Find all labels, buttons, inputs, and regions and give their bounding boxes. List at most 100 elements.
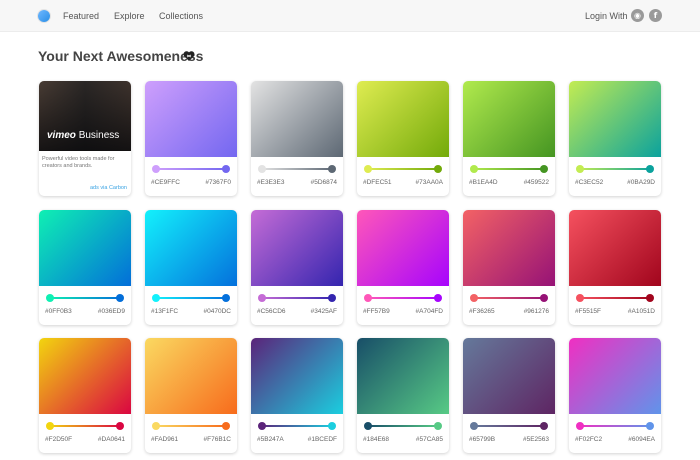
hex-code-end[interactable]: #459522 <box>524 179 549 186</box>
hex-code-start[interactable]: #184E68 <box>363 436 389 443</box>
hex-code-end[interactable]: #F76B1C <box>204 436 231 443</box>
gradient-card[interactable]: #184E68 #57CA85 <box>357 338 449 453</box>
gradient-swatch[interactable] <box>39 338 131 414</box>
hex-code-start[interactable]: #F36265 <box>469 308 495 315</box>
gradient-swatch[interactable] <box>357 81 449 157</box>
color-stop-start[interactable] <box>576 422 584 430</box>
hex-code-end[interactable]: #7367F0 <box>205 179 231 186</box>
hex-code-start[interactable]: #FAD961 <box>151 436 178 443</box>
gradient-swatch[interactable] <box>39 210 131 286</box>
hex-code-start[interactable]: #C56CD6 <box>257 308 286 315</box>
facebook-icon[interactable]: f <box>649 9 662 22</box>
color-stop-start[interactable] <box>258 165 266 173</box>
gradient-swatch[interactable] <box>463 81 555 157</box>
gradient-card[interactable]: #DFEC51 #73AA0A <box>357 81 449 196</box>
gradient-swatch[interactable] <box>145 210 237 286</box>
hex-code-start[interactable]: #CE9FFC <box>151 179 180 186</box>
gradient-card[interactable]: #B1EA4D #459522 <box>463 81 555 196</box>
gradient-card[interactable]: #65799B #5E2563 <box>463 338 555 453</box>
color-stop-end[interactable] <box>434 294 442 302</box>
gradient-swatch[interactable] <box>357 338 449 414</box>
color-stop-end[interactable] <box>540 422 548 430</box>
color-stop-start[interactable] <box>46 422 54 430</box>
color-stop-start[interactable] <box>470 294 478 302</box>
hex-code-end[interactable]: #57CA85 <box>416 436 443 443</box>
hex-code-end[interactable]: #A704FD <box>416 308 443 315</box>
color-stop-end[interactable] <box>222 294 230 302</box>
color-stop-end[interactable] <box>328 422 336 430</box>
hex-code-start[interactable]: #FF57B9 <box>363 308 390 315</box>
hex-code-start[interactable]: #F02FC2 <box>575 436 602 443</box>
color-stop-end[interactable] <box>222 422 230 430</box>
color-stop-start[interactable] <box>152 165 160 173</box>
hex-code-end[interactable]: #036ED9 <box>98 308 125 315</box>
color-stop-end[interactable] <box>328 165 336 173</box>
color-stop-end[interactable] <box>434 422 442 430</box>
hex-code-end[interactable]: #1BCEDF <box>308 436 337 443</box>
gradient-swatch[interactable] <box>569 81 661 157</box>
hex-code-end[interactable]: #A1051D <box>628 308 655 315</box>
hex-code-start[interactable]: #0FF0B3 <box>45 308 72 315</box>
hex-code-start[interactable]: #B1EA4D <box>469 179 498 186</box>
color-stop-start[interactable] <box>470 422 478 430</box>
gradient-card[interactable]: #0FF0B3 #036ED9 <box>39 210 131 325</box>
hex-code-end[interactable]: #5D6874 <box>311 179 337 186</box>
color-stop-start[interactable] <box>470 165 478 173</box>
hex-code-start[interactable]: #F5515F <box>575 308 601 315</box>
color-stop-end[interactable] <box>116 294 124 302</box>
color-stop-start[interactable] <box>258 294 266 302</box>
gradient-card[interactable]: #FF57B9 #A704FD <box>357 210 449 325</box>
gradient-swatch[interactable] <box>251 338 343 414</box>
gradient-card[interactable]: #C3EC52 #0BA29D <box>569 81 661 196</box>
hex-code-end[interactable]: #3425AF <box>311 308 337 315</box>
hex-code-start[interactable]: #65799B <box>469 436 495 443</box>
gradient-swatch[interactable] <box>463 210 555 286</box>
color-stop-end[interactable] <box>328 294 336 302</box>
hex-code-start[interactable]: #5B247A <box>257 436 284 443</box>
nav-item-featured[interactable]: Featured <box>63 11 99 21</box>
gradient-swatch[interactable] <box>251 210 343 286</box>
color-stop-end[interactable] <box>434 165 442 173</box>
gradient-card[interactable]: #F5515F #A1051D <box>569 210 661 325</box>
color-stop-end[interactable] <box>646 294 654 302</box>
carbon-ad[interactable]: vimeo Business Powerful video tools made… <box>39 81 131 196</box>
gradient-card[interactable]: #13F1FC #0470DC <box>145 210 237 325</box>
gradient-swatch[interactable] <box>463 338 555 414</box>
hex-code-end[interactable]: #DA0641 <box>98 436 125 443</box>
gradient-swatch[interactable] <box>145 338 237 414</box>
ad-via-link[interactable]: ads via Carbon <box>90 185 127 191</box>
color-stop-end[interactable] <box>222 165 230 173</box>
hex-code-end[interactable]: #5E2563 <box>523 436 549 443</box>
gradient-card[interactable]: #C56CD6 #3425AF <box>251 210 343 325</box>
hex-code-start[interactable]: #13F1FC <box>151 308 178 315</box>
color-stop-start[interactable] <box>152 422 160 430</box>
color-stop-start[interactable] <box>364 422 372 430</box>
github-icon[interactable]: ◉ <box>631 9 644 22</box>
color-stop-start[interactable] <box>576 294 584 302</box>
color-stop-end[interactable] <box>646 422 654 430</box>
hex-code-start[interactable]: #F2D50F <box>45 436 72 443</box>
hex-code-end[interactable]: #6094EA <box>628 436 655 443</box>
color-stop-end[interactable] <box>646 165 654 173</box>
nav-item-explore[interactable]: Explore <box>114 11 145 21</box>
gradient-swatch[interactable] <box>251 81 343 157</box>
color-stop-start[interactable] <box>576 165 584 173</box>
gradient-swatch[interactable] <box>357 210 449 286</box>
hex-code-end[interactable]: #961276 <box>524 308 549 315</box>
hex-code-start[interactable]: #C3EC52 <box>575 179 603 186</box>
gradient-swatch[interactable] <box>569 210 661 286</box>
gradient-card[interactable]: #F2D50F #DA0641 <box>39 338 131 453</box>
color-stop-end[interactable] <box>540 294 548 302</box>
color-stop-start[interactable] <box>364 294 372 302</box>
color-stop-start[interactable] <box>46 294 54 302</box>
gradient-card[interactable]: #CE9FFC #7367F0 <box>145 81 237 196</box>
hex-code-end[interactable]: #73AA0A <box>416 179 443 186</box>
color-stop-end[interactable] <box>116 422 124 430</box>
hex-code-end[interactable]: #0470DC <box>204 308 231 315</box>
logo-icon[interactable] <box>38 10 50 22</box>
gradient-swatch[interactable] <box>145 81 237 157</box>
hex-code-end[interactable]: #0BA29D <box>627 179 655 186</box>
gradient-card[interactable]: #E3E3E3 #5D6874 <box>251 81 343 196</box>
color-stop-start[interactable] <box>364 165 372 173</box>
color-stop-start[interactable] <box>152 294 160 302</box>
